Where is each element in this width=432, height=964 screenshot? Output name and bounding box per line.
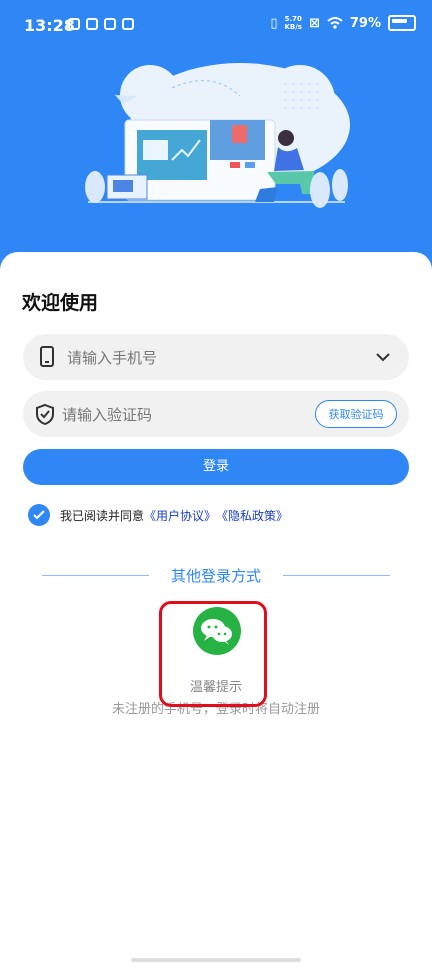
login-card: 欢迎使用 请输入手机号 请输入验证码 获取验证码 登录 我已阅读并同意 《用户协… xyxy=(0,252,432,964)
check-icon xyxy=(33,510,45,520)
header-background: 13:28 ▯ 5.70 KB/s ⊠ 79% xyxy=(0,0,432,270)
agreement-checkbox[interactable] xyxy=(28,504,50,526)
agreement-text: 我已阅读并同意 xyxy=(60,508,145,523)
login-illustration xyxy=(85,63,350,208)
other-login-section: 其他登录方式 xyxy=(0,565,432,585)
get-code-button[interactable]: 获取验证码 xyxy=(315,400,397,428)
welcome-title: 欢迎使用 xyxy=(22,292,99,314)
user-agreement-link[interactable]: 《用户协议》 xyxy=(144,507,216,524)
login-button[interactable]: 登录 xyxy=(23,449,409,485)
phone-input[interactable]: 请输入手机号 xyxy=(23,334,409,380)
verification-code-input[interactable]: 请输入验证码 获取验证码 xyxy=(23,391,409,437)
chevron-down-icon[interactable] xyxy=(375,352,391,362)
privacy-policy-link[interactable]: 《隐私政策》 xyxy=(216,507,288,524)
highlight-box xyxy=(159,601,267,707)
divider-right xyxy=(283,575,390,576)
code-placeholder: 请输入验证码 xyxy=(62,406,153,424)
phone-placeholder: 请输入手机号 xyxy=(67,349,158,367)
home-indicator xyxy=(131,958,301,962)
agreement-row: 我已阅读并同意 《用户协议》 《隐私政策》 xyxy=(28,504,288,526)
shield-check-icon xyxy=(36,403,54,425)
phone-icon xyxy=(40,346,54,367)
